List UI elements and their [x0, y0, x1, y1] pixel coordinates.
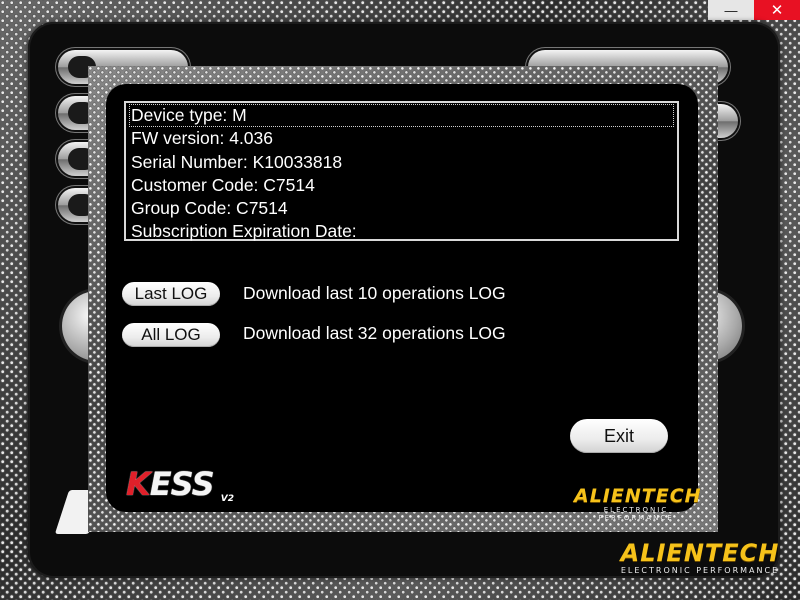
alientech-logo-tagline: ELECTRONIC PERFORMANCE: [598, 506, 674, 522]
info-line-subscription-expiration[interactable]: Subscription Expiration Date:: [129, 220, 674, 243]
alientech-logo-dialog: ALIENTECH ELECTRONIC PERFORMANCE: [574, 485, 702, 522]
alientech-logo-tagline: ELECTRONIC PERFORMANCE: [620, 566, 780, 575]
exit-button[interactable]: Exit: [570, 419, 668, 453]
alientech-logo-name: ALIENTECH: [574, 485, 702, 507]
close-icon: ✕: [770, 2, 784, 19]
info-line-device-type[interactable]: Device type: M: [129, 104, 674, 128]
last-log-description: Download last 10 operations LOG: [243, 283, 506, 303]
alientech-logo-main: ALIENTECH ELECTRONIC PERFORMANCE: [620, 540, 780, 575]
kess-logo-text: ESS: [149, 465, 215, 503]
minimize-icon: —: [724, 2, 738, 18]
all-log-button[interactable]: All LOG: [122, 323, 220, 347]
minimize-button[interactable]: —: [708, 0, 754, 20]
info-line-fw-version[interactable]: FW version: 4.036: [129, 127, 674, 150]
kess-version-badge: V2: [220, 494, 234, 504]
info-line-serial-number[interactable]: Serial Number: K10033818: [129, 151, 674, 174]
last-log-button[interactable]: Last LOG: [122, 282, 220, 306]
device-info-list[interactable]: Device type: M FW version: 4.036 Serial …: [124, 101, 679, 241]
alientech-logo-name: ALIENTECH: [620, 539, 780, 567]
close-window-button[interactable]: ✕: [754, 0, 800, 20]
kess-logo-k: K: [126, 465, 151, 503]
info-line-group-code[interactable]: Group Code: C7514: [129, 197, 674, 220]
info-line-customer-code[interactable]: Customer Code: C7514: [129, 174, 674, 197]
all-log-description: Download last 32 operations LOG: [243, 323, 506, 343]
kess-logo: KESS V2: [126, 466, 238, 506]
